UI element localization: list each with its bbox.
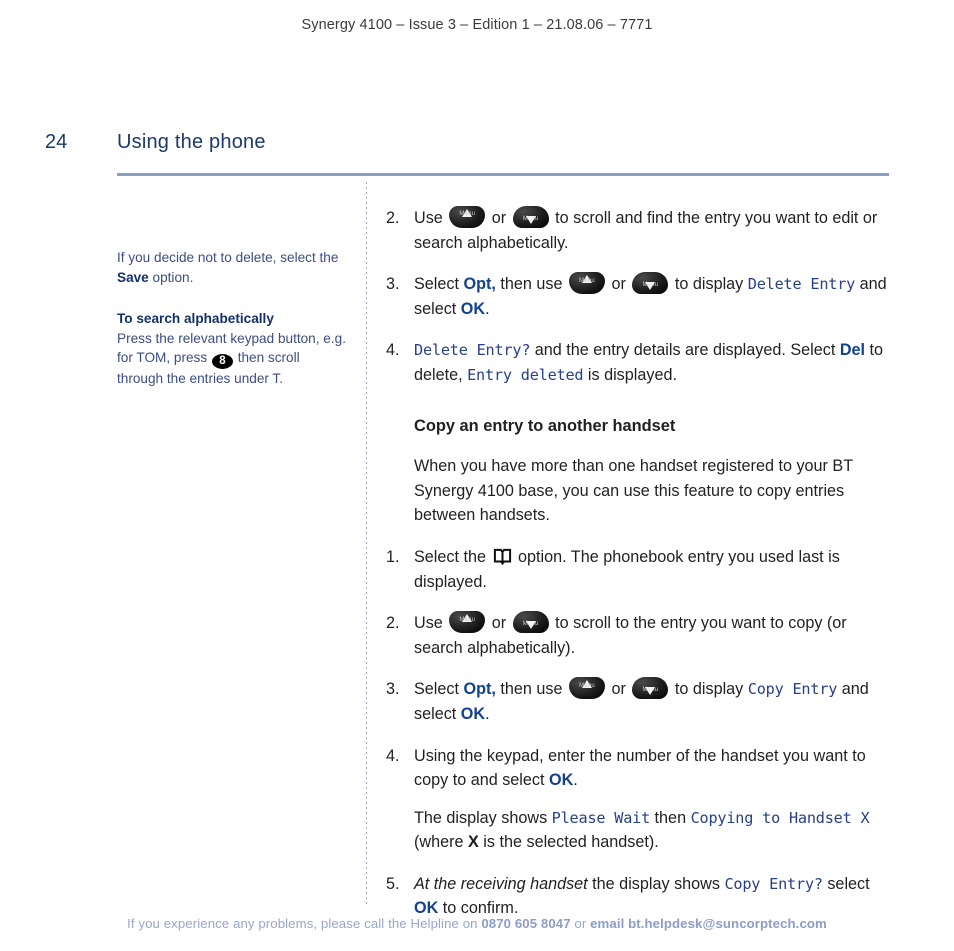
sidebar-note-save-bold: Save [117,269,149,285]
step-text-seg: then [650,808,691,827]
step-text-seg: the display shows [587,874,725,893]
step-text-seg: Use [414,614,448,633]
sidebar-note-save-text-after: option. [148,269,194,285]
step-number: 5. [386,874,400,893]
step-text-seg: or [606,680,631,699]
step-number: 2. [386,209,400,227]
sidebar-note-search-body: Press the relevant keypad button, e.g. f… [117,329,349,389]
step-text-seg: is the selected handset). [478,833,659,852]
step-text-seg: to display [670,680,748,699]
softkey-del-label: Del [839,341,866,360]
step-text-seg: select [822,874,870,893]
softkey-ok-label: OK [414,899,439,918]
step-sub-paragraph: The display shows Please Wait then Copyi… [386,806,894,855]
softkey-ok-label: OK [460,299,486,318]
page-title-row: 24 Using the phone [0,131,954,161]
phonebook-book-icon [493,547,512,566]
softkey-opt-label: Opt, [463,275,496,294]
step-text-seg: or [606,275,631,294]
step-number: 4. [386,341,400,360]
sidebar-note-save-text-before: If you decide not to delete, select the [117,250,339,265]
page-footer: If you experience any problems, please c… [0,916,954,931]
step-number: 2. [386,614,400,633]
step-text-seg: and the entry details are displayed. Sel… [530,341,840,360]
step-text-seg: Select the [414,547,491,566]
footer-text-seg: or [570,916,591,931]
step-text-seg: . [573,771,578,790]
section-heading: Copy an entry to another handset [414,416,676,435]
sidebar-note-save: If you decide not to delete, select the … [117,248,349,287]
step-item: 4. Delete Entry? and the entry details a… [386,338,894,387]
step-text-seg: then use [495,680,567,699]
sidebar-notes: If you decide not to delete, select the … [117,248,349,389]
scroll-down-menu-key-icon: Menu [512,611,549,634]
step-item: 1. Select the option. The phonebook entr… [386,545,894,594]
step-number: 3. [386,680,400,699]
section-intro-paragraph: When you have more than one handset regi… [414,457,853,525]
step-text-seg: is displayed. [583,365,677,384]
sidebar-note-search-heading: To search alphabetically [117,311,274,326]
step-item: 5. At the receiving handset the display … [386,872,894,921]
step-item: 3. Select Opt, then use Menu or Menu to … [386,677,894,726]
footer-text-seg: If you experience any problems, please c… [127,916,482,931]
step-number: 1. [386,547,400,566]
scroll-up-menu-key-icon: Menu [568,677,605,700]
header-divider-rule [117,173,889,176]
lcd-display-text: Entry deleted [467,365,584,384]
softkey-ok-label: OK [548,771,574,790]
step-text-seg: Using the keypad, enter the number of th… [414,746,866,790]
scroll-down-menu-key-icon: Menu [632,677,669,700]
step-text-seg: or [487,614,511,633]
scroll-up-menu-key-icon: Menu [449,611,486,634]
step-item: 2. Use Menu or Menu to scroll to the ent… [386,611,894,660]
scroll-down-menu-key-icon: Menu [512,206,549,228]
step-number: 3. [386,275,400,294]
scroll-down-menu-key-icon: Menu [632,272,669,295]
step-text-seg: then use [495,275,567,294]
step-text-seg: to confirm. [438,899,519,918]
column-divider-dotted [366,182,367,904]
scroll-up-menu-key-icon: Menu [449,206,486,228]
step-emphasis-text: At the receiving handset [414,874,588,893]
softkey-ok-label: OK [460,704,486,723]
lcd-display-text: Copy Entry [747,680,838,699]
keypad-8-icon: 8 [211,354,233,369]
footer-helpline-number: 0870 605 8047 [481,916,571,931]
scroll-up-menu-key-icon: Menu [568,272,605,295]
lcd-display-text: Copy Entry? [724,874,823,893]
lcd-display-text: Please Wait [551,808,651,827]
step-text-seg: . [485,704,490,723]
softkey-opt-label: Opt, [463,680,496,699]
step-text-seg: (where [414,833,468,852]
step-number: 4. [386,746,400,765]
step-item: 2. Use Menu or Menu to scroll and find t… [386,206,894,255]
running-head: Synergy 4100 – Issue 3 – Edition 1 – 21.… [301,17,653,33]
step-text-seg: . [485,299,490,318]
page-title: Using the phone [117,131,266,153]
lcd-display-text: Copying to Handset X [690,808,870,827]
lcd-display-text: Delete Entry [747,275,856,294]
step-text-seg: Select [414,275,464,294]
footer-email-link: email bt.helpdesk@suncorptech.com [590,916,827,931]
lcd-display-text: Delete Entry? [414,341,531,360]
step-text-seg: or [487,209,511,227]
page-number: 24 [45,131,68,153]
step-text-seg: to display [670,275,748,294]
main-content: 2. Use Menu or Menu to scroll and find t… [386,206,894,938]
step-text-seg: The display shows [414,808,552,827]
handset-placeholder-x: X [467,833,479,852]
step-item: 3. Select Opt, then use Menu or Menu to … [386,272,894,321]
step-text-seg: Use [414,209,448,227]
step-text-seg: Select [414,680,464,699]
step-item: 4. Using the keypad, enter the number of… [386,744,894,793]
